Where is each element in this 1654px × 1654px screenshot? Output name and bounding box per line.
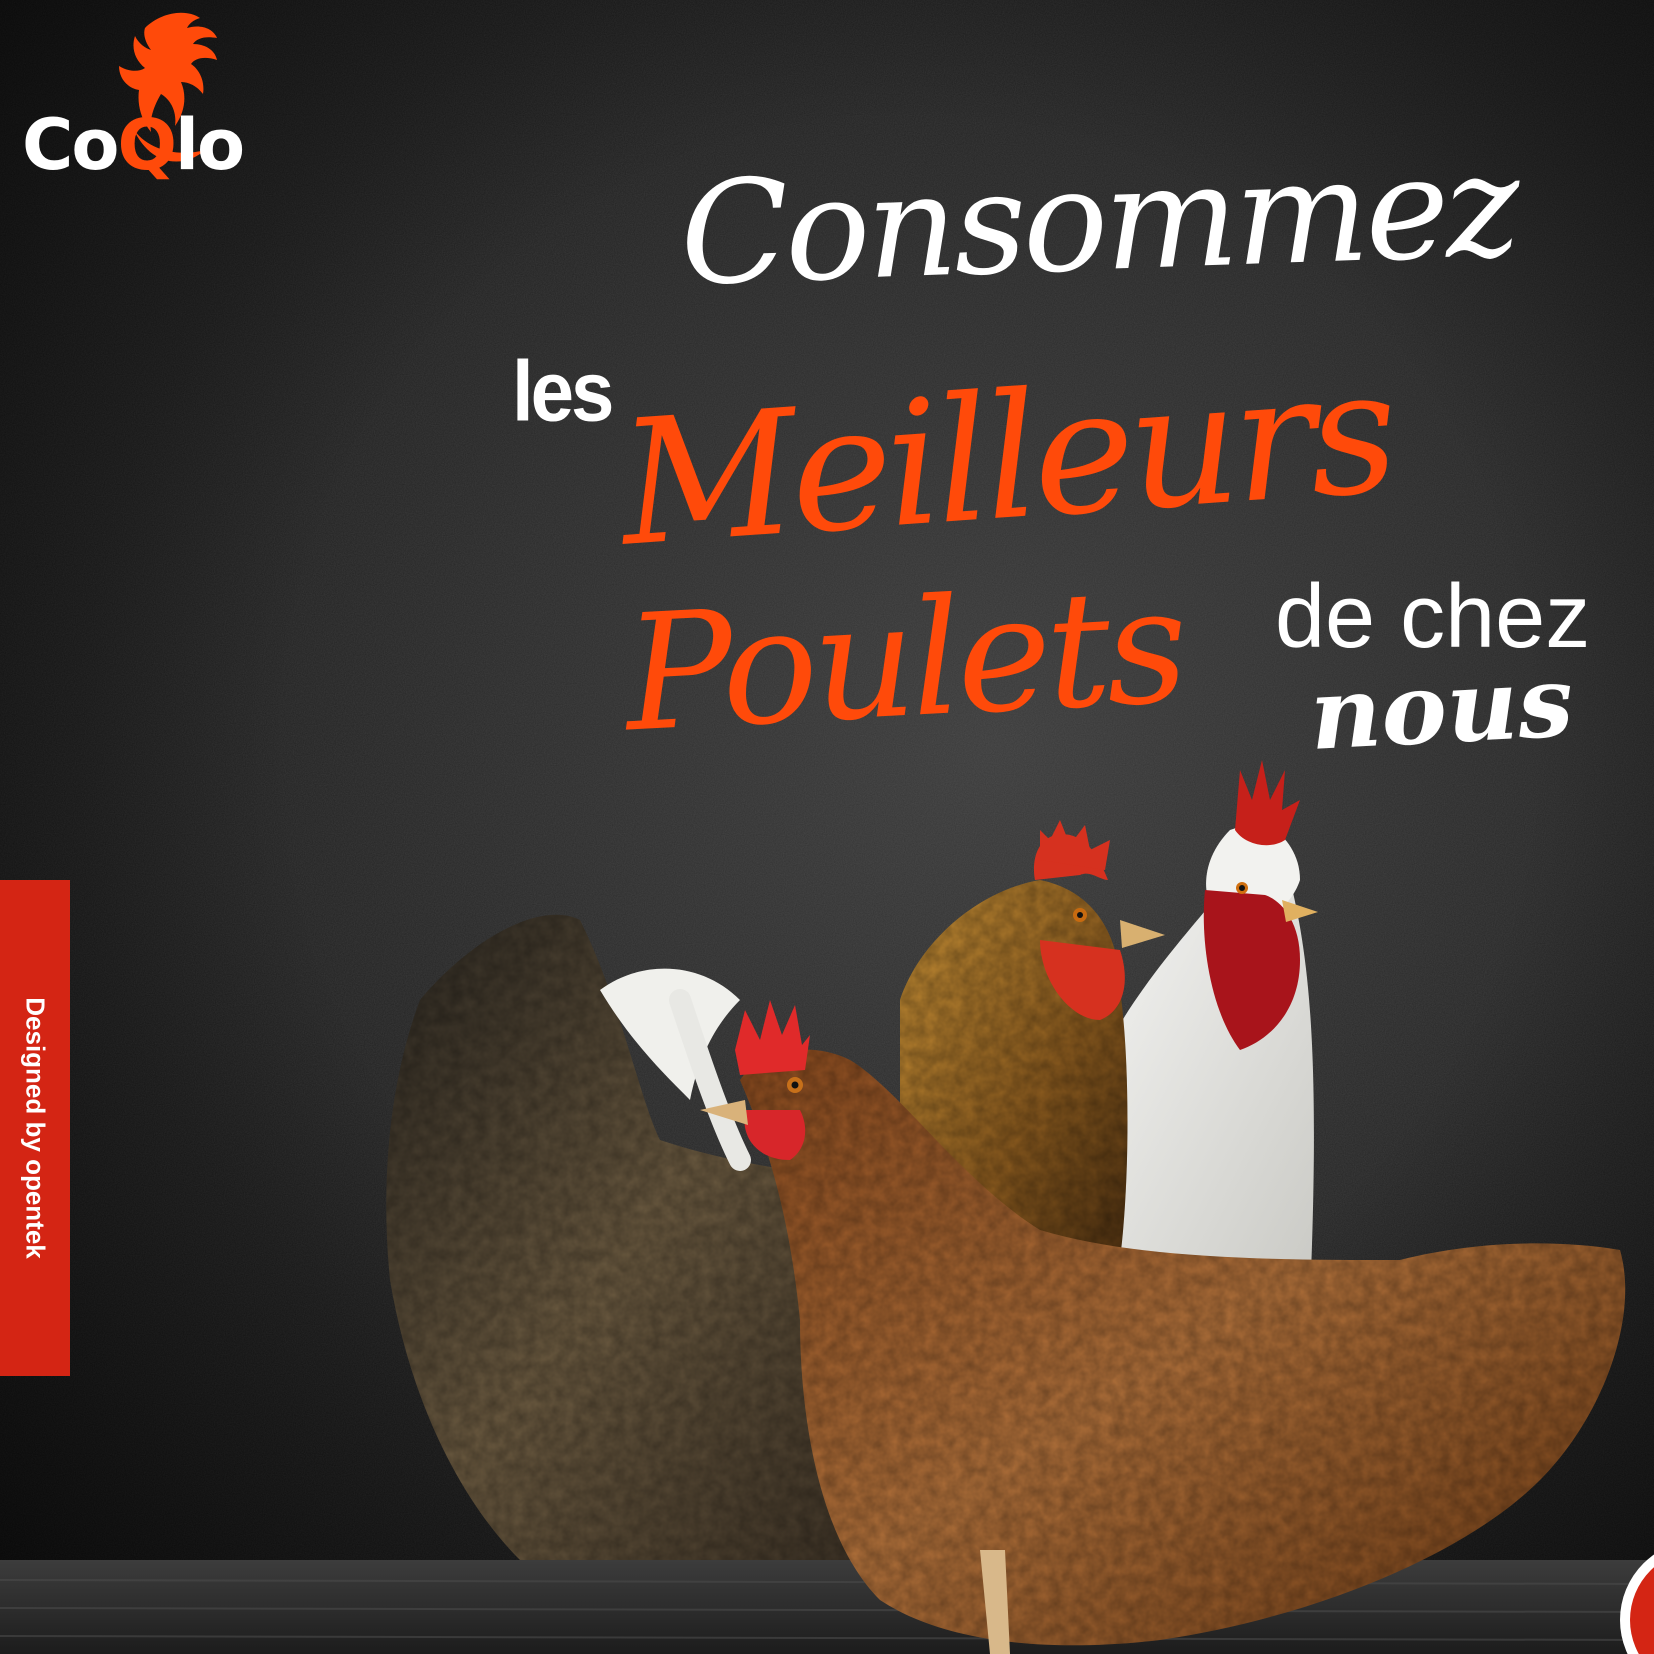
chickens-group-image [386, 760, 1626, 1654]
white-rooster [1100, 760, 1318, 1300]
promo-poster: CoQlo Consommez les Meilleurs Poulets de… [0, 0, 1654, 1654]
corner-badge [1620, 1554, 1654, 1654]
